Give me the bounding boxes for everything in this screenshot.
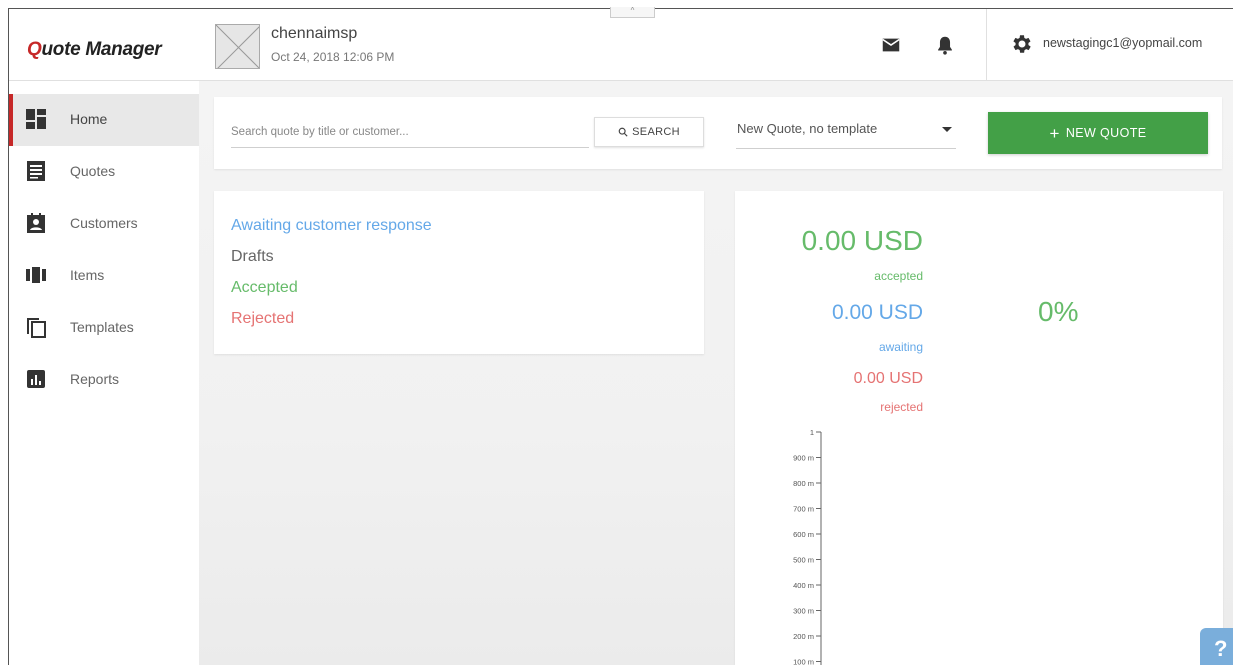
sidebar-item-home[interactable]: Home: [9, 94, 199, 146]
plus-icon: +: [1049, 123, 1060, 143]
sidebar-item-quotes[interactable]: Quotes: [9, 146, 199, 198]
user-email[interactable]: newstagingc1@yopmail.com: [1043, 36, 1202, 50]
quote-status-card: Awaiting customer response Drafts Accept…: [214, 191, 704, 354]
new-quote-button[interactable]: + NEW QUOTE: [988, 112, 1208, 154]
rejected-label: rejected: [880, 400, 923, 414]
customers-icon: [27, 213, 45, 233]
mail-icon[interactable]: [880, 34, 902, 56]
sidebar-item-templates[interactable]: Templates: [9, 302, 199, 354]
search-icon: [618, 127, 628, 137]
y-tick-label: 300 m: [793, 607, 814, 616]
status-awaiting-link[interactable]: Awaiting customer response: [231, 217, 432, 235]
sidebar-item-label: Reports: [70, 371, 120, 387]
sidebar-item-reports[interactable]: Reports: [9, 354, 199, 406]
y-tick-label: 1: [810, 428, 814, 437]
y-tick-label: 800 m: [793, 479, 814, 488]
sidebar-item-items[interactable]: Items: [9, 250, 199, 302]
status-accepted-link[interactable]: Accepted: [231, 279, 298, 297]
toolbar-card: SEARCH New Quote, no template + NEW QUOT…: [214, 97, 1222, 169]
new-quote-button-label: NEW QUOTE: [1065, 126, 1147, 140]
sidebar-item-label: Quotes: [70, 163, 116, 179]
totals-card: 0.00 USD accepted 0.00 USD awaiting 0.00…: [735, 191, 1223, 665]
logo-q: Q: [27, 39, 42, 60]
org-name[interactable]: chennaimsp: [271, 25, 357, 43]
sidebar-item-label: Templates: [70, 319, 134, 335]
org-avatar[interactable]: [215, 24, 260, 69]
status-rejected-link[interactable]: Rejected: [231, 310, 294, 328]
y-tick-label: 500 m: [793, 556, 814, 565]
sidebar-item-label: Items: [70, 267, 105, 283]
bell-icon[interactable]: [934, 34, 956, 56]
y-tick-label: 100 m: [793, 658, 814, 665]
sidebar-item-label: Home: [70, 111, 108, 127]
awaiting-label: awaiting: [878, 340, 923, 354]
header-collapse-tab[interactable]: ^: [610, 7, 655, 18]
search-button-label: SEARCH: [632, 126, 680, 138]
sidebar: Home Quotes Customers Items Templates Re…: [9, 81, 199, 665]
status-drafts-link[interactable]: Drafts: [231, 248, 274, 266]
rejected-amount: 0.00 USD: [853, 370, 923, 387]
chevron-down-icon: [942, 127, 952, 132]
quotes-icon: [27, 161, 45, 181]
dashboard-icon: [26, 109, 46, 129]
awaiting-amount: 0.00 USD: [831, 301, 923, 324]
reports-icon: [27, 370, 45, 388]
accepted-label: accepted: [874, 269, 923, 283]
y-tick-label: 900 m: [793, 454, 814, 463]
accepted-amount: 0.00 USD: [801, 225, 923, 256]
y-tick-label: 700 m: [793, 505, 814, 514]
help-icon[interactable]: ?: [1200, 628, 1233, 665]
template-select[interactable]: New Quote, no template: [736, 115, 956, 149]
search-button[interactable]: SEARCH: [594, 117, 704, 147]
template-select-value: New Quote, no template: [737, 121, 878, 136]
app-logo[interactable]: Quote Manager: [27, 39, 162, 61]
header-divider: [986, 9, 987, 81]
logo-text: uote Manager: [41, 39, 162, 60]
search-input[interactable]: [231, 116, 589, 148]
acceptance-percent: 0%: [1038, 296, 1079, 327]
templates-icon: [27, 318, 46, 338]
items-icon: [26, 267, 46, 283]
y-tick-label: 200 m: [793, 632, 814, 641]
org-date: Oct 24, 2018 12:06 PM: [271, 50, 395, 64]
gear-icon[interactable]: [1009, 32, 1033, 56]
chart-y-axis: 1 900 m 800 m 700 m 600 m 500 m 400 m 300 m 200 …: [793, 428, 822, 665]
y-tick-label: 400 m: [793, 581, 814, 590]
app-header: Quote Manager chennaimsp Oct 24, 2018 12…: [9, 7, 1233, 81]
sidebar-item-customers[interactable]: Customers: [9, 198, 199, 250]
sidebar-item-label: Customers: [70, 215, 138, 231]
y-tick-label: 600 m: [793, 530, 814, 539]
placeholder-image-icon: [216, 25, 259, 68]
